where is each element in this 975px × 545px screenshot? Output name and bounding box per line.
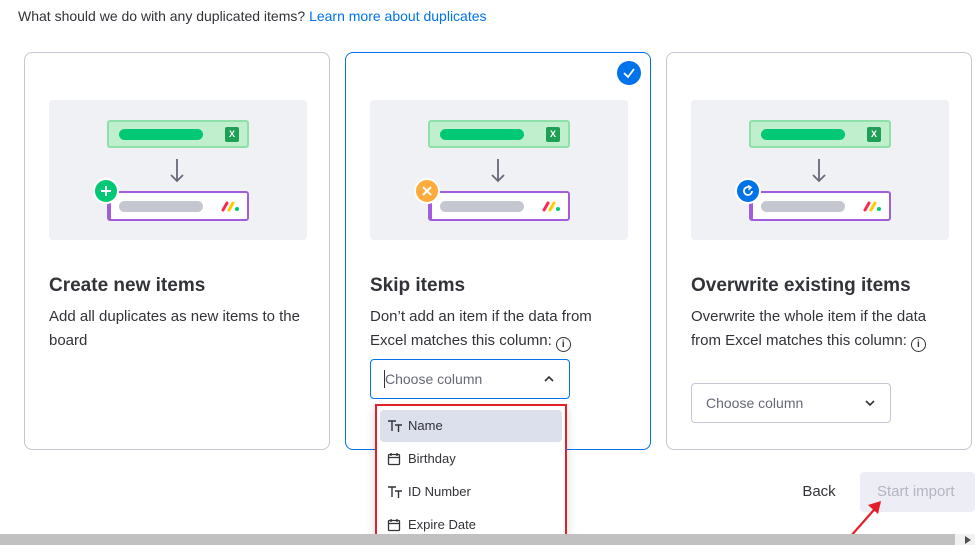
create-items-illustration: X <box>49 100 307 240</box>
monday-row <box>428 191 570 221</box>
dropdown-option-expire-date[interactable]: Expire Date <box>380 509 562 534</box>
card-title: Skip items <box>370 275 466 296</box>
dropdown-option-birthday[interactable]: Birthday <box>380 443 562 475</box>
skip-items-card[interactable]: X Skip items Don’t add an item if the da… <box>345 52 651 450</box>
info-icon[interactable]: i <box>555 337 571 352</box>
selected-check-icon <box>617 61 641 85</box>
monday-logo-icon <box>863 201 881 212</box>
horizontal-scrollbar[interactable] <box>0 534 975 545</box>
option-label: ID Number <box>408 484 471 499</box>
choose-column-select[interactable]: Choose column <box>691 383 891 423</box>
card-description: Overwrite the whole item if the data fro… <box>691 305 953 353</box>
text-type-icon <box>388 420 402 432</box>
excel-icon: X <box>546 127 560 142</box>
monday-row <box>107 191 249 221</box>
scroll-right-arrow-icon[interactable] <box>965 536 971 544</box>
excel-row: X <box>107 120 249 148</box>
text-type-icon <box>388 486 402 498</box>
arrow-down-icon <box>170 159 184 183</box>
question-text: What should we do with any duplicated it… <box>18 8 306 24</box>
duplicates-question: What should we do with any duplicated it… <box>18 8 487 24</box>
dropdown-option-name[interactable]: Name <box>380 410 562 442</box>
chevron-up-icon <box>544 375 554 382</box>
monday-logo-icon <box>221 201 239 212</box>
excel-icon: X <box>867 127 881 142</box>
card-description-text: Overwrite the whole item if the data fro… <box>691 308 927 349</box>
learn-more-link[interactable]: Learn more about duplicates <box>309 8 486 24</box>
arrow-down-icon <box>491 159 505 183</box>
monday-row <box>749 191 891 221</box>
scrollbar-thumb[interactable] <box>0 534 955 545</box>
option-label: Expire Date <box>408 517 476 532</box>
card-title: Create new items <box>49 275 206 296</box>
choose-column-select[interactable]: Choose column <box>370 359 570 399</box>
dropdown-option-id-number[interactable]: ID Number <box>380 476 562 508</box>
excel-row: X <box>428 120 570 148</box>
overwrite-items-illustration: X <box>691 100 949 240</box>
arrow-down-icon <box>812 159 826 183</box>
excel-icon: X <box>225 127 239 142</box>
info-icon[interactable]: i <box>910 337 926 352</box>
option-label: Birthday <box>408 451 456 466</box>
card-description: Don’t add an item if the data from Excel… <box>370 305 632 353</box>
back-button[interactable]: Back <box>788 474 850 510</box>
column-dropdown-list: Name Birthday ID Number Expire Date <box>375 404 567 536</box>
red-annotation-arrow-icon <box>849 501 881 538</box>
create-new-items-card[interactable]: X Create new items Add all duplicates as… <box>24 52 330 450</box>
skip-items-illustration: X <box>370 100 628 240</box>
overwrite-items-card[interactable]: X Overwrite existing items Overwrite the… <box>666 52 972 450</box>
refresh-icon <box>735 178 761 204</box>
plus-icon <box>93 178 119 204</box>
card-description: Add all duplicates as new items to the b… <box>49 308 300 349</box>
select-placeholder: Choose column <box>706 395 804 411</box>
card-title: Overwrite existing items <box>691 275 911 296</box>
calendar-icon <box>387 519 401 532</box>
select-placeholder: Choose column <box>385 371 483 387</box>
chevron-down-icon <box>865 400 875 407</box>
monday-logo-icon <box>542 201 560 212</box>
option-label: Name <box>408 418 443 433</box>
calendar-icon <box>387 453 401 466</box>
x-icon <box>414 178 440 204</box>
excel-row: X <box>749 120 891 148</box>
